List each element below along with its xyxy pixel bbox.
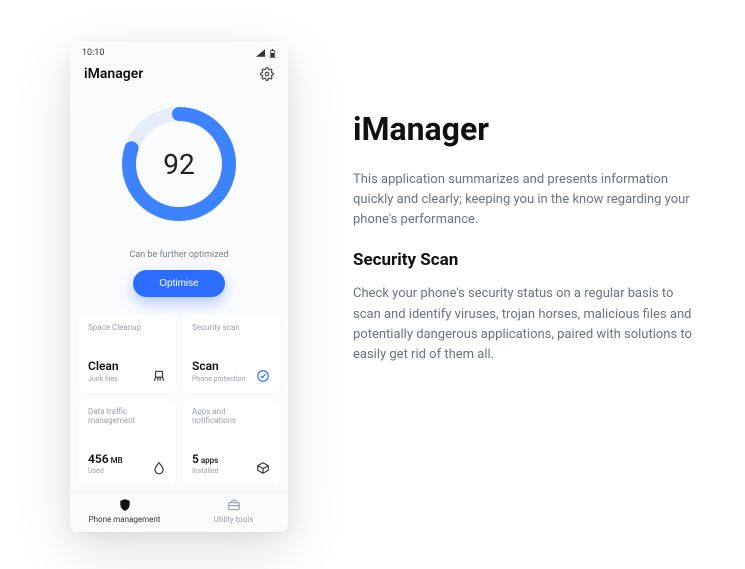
tab-label: Utility tools (214, 515, 254, 524)
card-sub: Installed (192, 467, 219, 475)
cards-grid: Space Cleanup Clean Junk files Security … (78, 315, 280, 485)
status-bar: 10:10 (70, 42, 288, 60)
gauge-hint: Can be further optimized (130, 250, 229, 260)
broom-icon (152, 369, 166, 383)
card-main: 456MB (88, 453, 123, 466)
card-apps-notifications[interactable]: Apps and notifications 5apps Installed (182, 399, 280, 486)
card-main: Clean (88, 360, 119, 373)
signal-icon (256, 49, 265, 57)
marketing-copy: iManager This application summarizes and… (353, 110, 693, 385)
score-gauge: 92 (115, 100, 243, 228)
copy-title: iManager (353, 110, 693, 148)
copy-desc: This application summarizes and presents… (353, 170, 693, 230)
copy-subhead: Security Scan (353, 250, 693, 270)
gauge-score: 92 (115, 100, 243, 228)
gear-icon[interactable] (260, 67, 274, 81)
tab-utility-tools[interactable]: Utility tools (179, 492, 288, 532)
phone-mockup: 10:10 iManager 92 Can be further optimiz… (70, 42, 288, 532)
card-security-scan[interactable]: Security scan Scan Phone protection (182, 315, 280, 393)
drop-icon (152, 461, 166, 475)
tab-label: Phone management (89, 515, 161, 524)
status-indicators (256, 49, 276, 58)
card-sub: Phone protection (192, 375, 245, 383)
card-label: Security scan (192, 323, 270, 332)
card-main: 5apps (192, 453, 219, 466)
toolbox-icon (227, 498, 241, 512)
card-label: Space Cleanup (88, 323, 166, 332)
shield-icon (118, 498, 132, 512)
cube-icon (256, 461, 270, 475)
app-header: iManager (70, 60, 288, 86)
card-space-cleanup[interactable]: Space Cleanup Clean Junk files (78, 315, 176, 393)
gauge-section: 92 Can be further optimized Optimise (70, 86, 288, 297)
tab-phone-management[interactable]: Phone management (70, 492, 179, 532)
card-sub: Junk files (88, 375, 119, 383)
battery-icon (269, 49, 276, 58)
app-title: iManager (84, 66, 143, 82)
check-circle-icon (256, 369, 270, 383)
copy-subdesc: Check your phone's security status on a … (353, 284, 693, 365)
bottom-nav: Phone management Utility tools (70, 491, 288, 532)
card-label: Apps and notifications (192, 407, 270, 425)
optimise-button[interactable]: Optimise (133, 270, 224, 297)
status-time: 10:10 (82, 48, 104, 58)
card-data-traffic[interactable]: Data traffic management 456MB Used (78, 399, 176, 486)
card-label: Data traffic management (88, 407, 166, 425)
card-main: Scan (192, 360, 245, 373)
card-sub: Used (88, 467, 123, 475)
